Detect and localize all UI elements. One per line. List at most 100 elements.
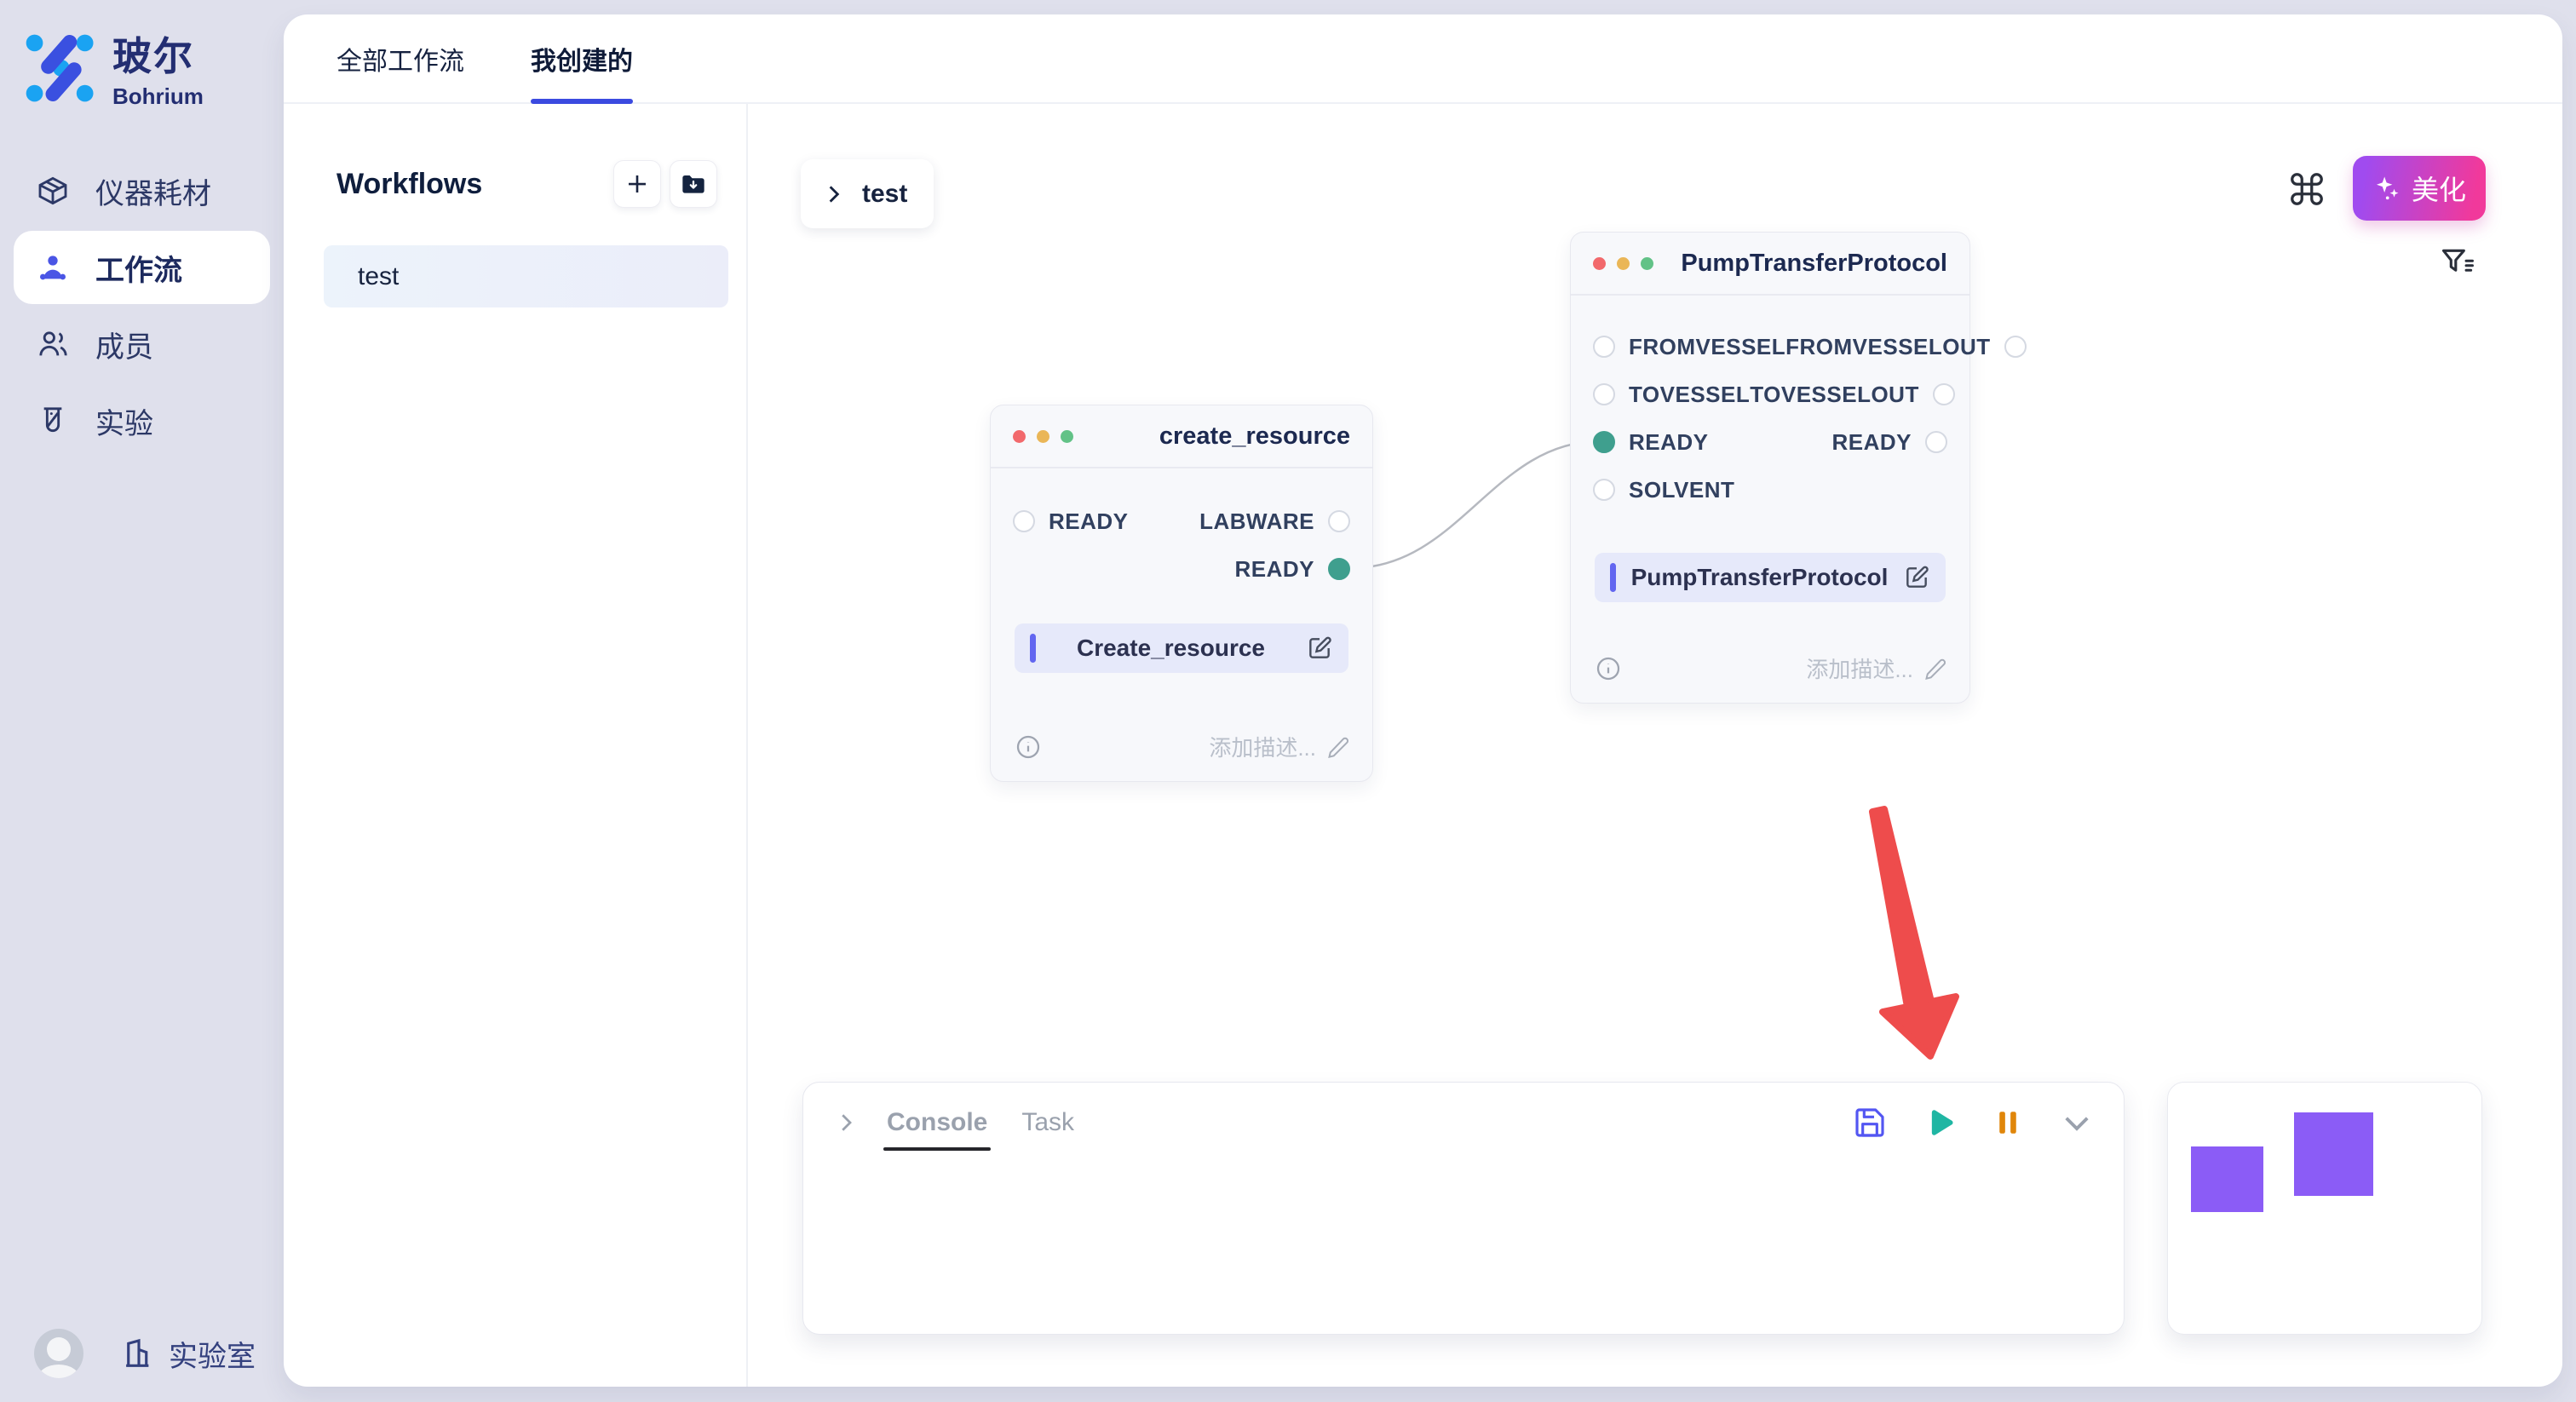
pencil-icon[interactable] (1326, 735, 1350, 759)
edit-icon[interactable] (1306, 635, 1333, 662)
workflow-item-label: test (358, 262, 399, 291)
dot-green (1061, 430, 1073, 443)
sidebar-item-label: 工作流 (95, 247, 182, 289)
command-icon[interactable] (2287, 170, 2326, 209)
folder-download-icon (680, 170, 707, 198)
beautify-button[interactable]: 美化 (2353, 156, 2486, 221)
main-content-card: 全部工作流 我创建的 Workflows test (284, 14, 2562, 1387)
brand-subtitle: Bohrium (112, 83, 204, 110)
info-icon[interactable] (1015, 733, 1042, 761)
sidebar-item-label: 实验 (95, 400, 153, 442)
sidebar-item-label: 仪器耗材 (95, 170, 211, 212)
pill-label: PumpTransferProtocol (1616, 564, 1903, 591)
task-tab[interactable]: Task (1021, 1108, 1074, 1137)
port-in-ready[interactable] (1013, 510, 1035, 532)
info-icon[interactable] (1595, 655, 1622, 682)
pill-accent-bar (1030, 634, 1036, 663)
console-panel: Console Task (802, 1082, 2125, 1335)
edit-icon[interactable] (1903, 564, 1930, 591)
sidebar-item-experiment[interactable]: 实验 (14, 384, 270, 457)
node-title: PumpTransferProtocol (1681, 250, 1947, 278)
sidebar-item-workflow[interactable]: 工作流 (14, 231, 270, 304)
dot-yellow (1617, 257, 1630, 270)
minimap-node (2191, 1146, 2263, 1212)
edge-create-to-pump (1351, 441, 1600, 568)
port-in-ready-connected[interactable] (1593, 431, 1615, 453)
panel-title: Workflows (336, 168, 482, 201)
sparkles-icon (2372, 174, 2401, 203)
pill-label: Create_resource (1036, 635, 1306, 662)
description-placeholder[interactable]: 添加描述... (1806, 652, 1913, 684)
workflow-icon (36, 250, 70, 284)
pause-icon[interactable] (1992, 1107, 2023, 1138)
annotation-arrow (1860, 802, 1987, 1075)
port-label: READY (1831, 429, 1912, 456)
port-label: LABWARE (1199, 509, 1314, 535)
save-icon[interactable] (1853, 1106, 1887, 1140)
minimap[interactable] (2167, 1082, 2482, 1335)
sidebar-item-consumables[interactable]: 仪器耗材 (14, 154, 270, 227)
node-header: create_resource (991, 405, 1372, 468)
brand: 玻尔 Bohrium (0, 0, 284, 110)
node-action-pill[interactable]: Create_resource (1015, 623, 1348, 673)
port-label: TOVESSEL (1629, 382, 1750, 408)
workflow-tabbar: 全部工作流 我创建的 (284, 14, 2562, 104)
node-create-resource[interactable]: create_resource READY LABWARE READY (990, 405, 1373, 782)
chevron-right-icon (823, 183, 845, 205)
bohrium-logo-icon (24, 32, 97, 105)
port-label: SOLVENT (1629, 477, 1734, 503)
workspace-switcher[interactable]: 实验室 (121, 1333, 256, 1375)
console-tab[interactable]: Console (887, 1108, 987, 1137)
dot-yellow (1037, 430, 1049, 443)
tab-my-created[interactable]: 我创建的 (531, 14, 633, 102)
minimap-node (2294, 1112, 2373, 1196)
sidebar-item-members[interactable]: 成员 (14, 307, 270, 381)
user-avatar[interactable] (34, 1329, 83, 1378)
description-placeholder[interactable]: 添加描述... (1209, 731, 1316, 762)
workflow-list-item-test[interactable]: test (324, 245, 728, 307)
test-tube-icon (36, 404, 70, 438)
traffic-dots (1593, 257, 1653, 270)
port-out-fromvesselout[interactable] (2004, 336, 2027, 358)
node-header: PumpTransferProtocol (1571, 233, 1969, 296)
collapse-chevron-icon[interactable] (833, 1110, 859, 1135)
port-label: FROMVESSELOUT (1785, 334, 1991, 360)
port-out-tovesselout[interactable] (1933, 383, 1955, 405)
port-out-ready[interactable] (1925, 431, 1947, 453)
workflow-list-panel: Workflows test (284, 104, 748, 1387)
node-footer: 添加描述... (1595, 652, 1947, 684)
node-pump-transfer-protocol[interactable]: PumpTransferProtocol FROMVESSEL FROMVESS… (1570, 232, 1970, 704)
traffic-dots (1013, 430, 1073, 443)
console-output-area (803, 1141, 2124, 1311)
plus-icon (624, 171, 650, 197)
sidebar-menu: 仪器耗材 工作流 成员 实验 (0, 154, 284, 457)
port-label: TOVESSELOUT (1750, 382, 1919, 408)
dot-red (1593, 257, 1606, 270)
import-folder-button[interactable] (670, 160, 717, 208)
add-workflow-button[interactable] (613, 160, 661, 208)
users-icon (36, 327, 70, 361)
pencil-icon[interactable] (1923, 657, 1947, 681)
box-icon (36, 174, 70, 208)
port-in-fromvessel[interactable] (1593, 336, 1615, 358)
building-icon (121, 1336, 157, 1371)
port-in-solvent[interactable] (1593, 479, 1615, 501)
run-icon[interactable] (1923, 1106, 1957, 1140)
port-out-ready-connected[interactable] (1328, 558, 1350, 580)
filter-icon[interactable] (2439, 244, 2476, 282)
chevron-down-icon[interactable] (2059, 1105, 2095, 1141)
dot-green (1641, 257, 1653, 270)
dot-red (1013, 430, 1026, 443)
sidebar-item-label: 成员 (95, 324, 153, 365)
port-in-tovessel[interactable] (1593, 383, 1615, 405)
tab-all-workflows[interactable]: 全部工作流 (336, 14, 464, 102)
pill-accent-bar (1610, 563, 1616, 592)
node-title: create_resource (1159, 422, 1350, 451)
port-label: READY (1629, 429, 1709, 456)
breadcrumb[interactable]: test (801, 159, 934, 228)
workspace-footer: 实验室 (34, 1329, 256, 1378)
beautify-label: 美化 (2412, 169, 2466, 208)
node-action-pill[interactable]: PumpTransferProtocol (1595, 553, 1946, 602)
port-out-labware[interactable] (1328, 510, 1350, 532)
port-label: READY (1049, 509, 1129, 535)
